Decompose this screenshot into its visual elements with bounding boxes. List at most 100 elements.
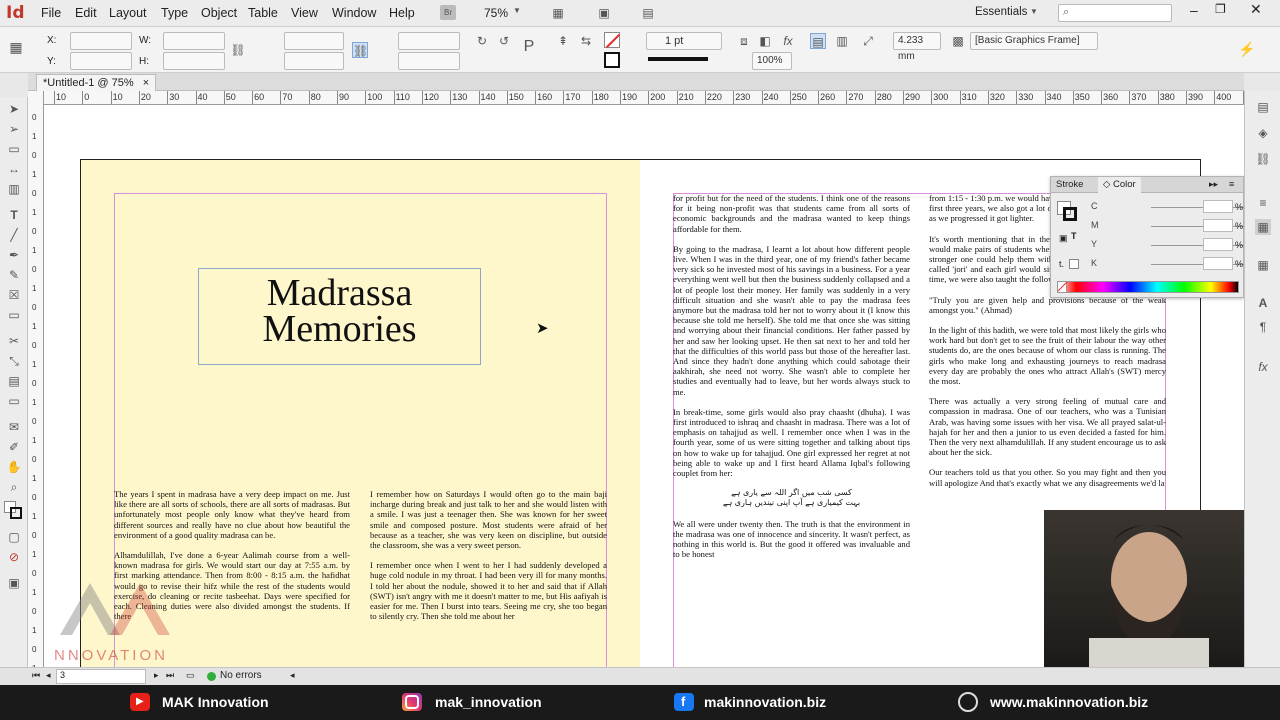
paragraph-panel-icon[interactable]: ¶: [1255, 319, 1271, 335]
stroke-color-icon[interactable]: [10, 507, 22, 519]
rotate-field[interactable]: [398, 32, 460, 50]
menu-object[interactable]: Object: [201, 6, 237, 20]
formatting-text-icon[interactable]: T: [1071, 231, 1077, 241]
object-style-dropdown[interactable]: [Basic Graphics Frame]: [970, 32, 1098, 50]
gradient-swatch-tool-icon[interactable]: ▤: [6, 373, 22, 389]
free-transform-tool-icon[interactable]: ⤡: [6, 353, 22, 369]
black-value[interactable]: [1203, 257, 1233, 270]
magenta-value[interactable]: [1203, 219, 1233, 232]
select-content-icon[interactable]: ⇆: [578, 33, 594, 49]
last-page-icon[interactable]: ⏭: [166, 670, 174, 681]
fit-frame-icon[interactable]: ⤢: [860, 33, 876, 49]
layers-panel-icon[interactable]: ◈: [1255, 125, 1271, 141]
tab-untitled-1[interactable]: *Untitled-1 @ 75% ×: [36, 74, 157, 91]
stroke-weight-field[interactable]: 1 pt: [646, 32, 722, 50]
effects-icon[interactable]: fx: [780, 33, 796, 49]
stroke-panel-icon[interactable]: ≡: [1255, 195, 1271, 211]
selection-tool-icon[interactable]: ➤: [6, 101, 22, 117]
formatting-container-icon[interactable]: ▣: [1059, 233, 1068, 244]
search-input[interactable]: ⌕: [1058, 4, 1172, 22]
restore-icon[interactable]: ❐: [1215, 2, 1226, 16]
formatting-affects-container-icon[interactable]: ▢: [6, 529, 22, 545]
preflight-status[interactable]: No errors: [220, 670, 262, 681]
gradient-feather-tool-icon[interactable]: ▭: [6, 393, 22, 409]
close-window-icon[interactable]: ✕: [1250, 1, 1262, 18]
shear-field[interactable]: [398, 52, 460, 70]
eyedropper-tool-icon[interactable]: ✐: [6, 439, 22, 455]
y-field[interactable]: [70, 52, 132, 70]
scissors-tool-icon[interactable]: ✂: [6, 333, 22, 349]
zoom-tool-icon[interactable]: ⌕: [6, 479, 22, 495]
yellow-value[interactable]: [1203, 238, 1233, 251]
menu-table[interactable]: Table: [248, 6, 278, 20]
fill-swatch[interactable]: [604, 32, 621, 49]
content-collector-icon[interactable]: ▥: [6, 181, 22, 197]
text-column-3[interactable]: for profit but for the need of the stude…: [673, 193, 910, 667]
color-panel-icon[interactable]: ▦: [1255, 219, 1271, 235]
view-mode-icon[interactable]: ▣: [6, 575, 22, 591]
menu-file[interactable]: File: [41, 6, 61, 20]
stroke-swatch[interactable]: [604, 52, 620, 68]
rectangle-tool-icon[interactable]: ▭: [6, 307, 22, 323]
drop-shadow-icon[interactable]: ◧: [757, 33, 773, 49]
tab-close-icon[interactable]: ×: [143, 77, 149, 89]
h-field[interactable]: [163, 52, 225, 70]
select-container-icon[interactable]: ⇞: [555, 33, 571, 49]
hand-tool-icon[interactable]: ✋: [6, 459, 22, 475]
text-wrap-bounding-icon[interactable]: ▥: [834, 33, 850, 49]
menu-help[interactable]: Help: [389, 6, 415, 20]
menu-layout[interactable]: Layout: [109, 6, 147, 20]
last-color-swatch[interactable]: [1069, 259, 1079, 269]
zoom-level[interactable]: 75%: [484, 6, 508, 20]
w-field[interactable]: [163, 32, 225, 50]
rotate-ccw-icon[interactable]: ↺: [496, 33, 512, 49]
screen-mode-icon[interactable]: ▣: [596, 5, 612, 21]
tab-color[interactable]: ◇ Color: [1098, 177, 1141, 193]
panel-collapse-icon[interactable]: ▸▸: [1209, 179, 1218, 190]
type-tool-icon[interactable]: T: [6, 207, 22, 223]
character-panel-icon[interactable]: A: [1255, 295, 1271, 311]
prev-page-icon[interactable]: ◂: [46, 670, 51, 681]
note-tool-icon[interactable]: ✉: [6, 419, 22, 435]
gap-field[interactable]: 4.233 mm: [893, 32, 941, 62]
page-tool-icon[interactable]: ▭: [6, 141, 22, 157]
open-page-icon[interactable]: ▭: [186, 670, 195, 681]
reference-point-icon[interactable]: ▦: [8, 39, 24, 55]
tab-stroke[interactable]: Stroke: [1056, 179, 1083, 190]
scale-x-field[interactable]: [284, 32, 344, 50]
rotate-cw-icon[interactable]: ↻: [474, 33, 490, 49]
zoom-dropdown-icon[interactable]: ▼: [513, 6, 521, 15]
minimize-icon[interactable]: –: [1190, 2, 1198, 18]
menu-edit[interactable]: Edit: [75, 6, 97, 20]
pencil-tool-icon[interactable]: ✎: [6, 267, 22, 283]
apply-none-icon[interactable]: ⊘: [6, 549, 22, 565]
preflight-menu-icon[interactable]: ◂: [290, 670, 295, 681]
links-panel-icon[interactable]: ⛓: [1255, 151, 1271, 167]
flip-p-icon[interactable]: P: [521, 39, 537, 55]
swatches-panel-icon[interactable]: ▦: [1255, 257, 1271, 273]
line-tool-icon[interactable]: ╱: [6, 227, 22, 243]
object-style-icon[interactable]: ▩: [950, 33, 966, 49]
scale-y-field[interactable]: [284, 52, 344, 70]
panel-menu-icon[interactable]: ≡: [1229, 179, 1234, 189]
view-options-icon[interactable]: ▦: [550, 5, 566, 21]
text-wrap-none-icon[interactable]: ▤: [810, 33, 826, 49]
constrain-proportions-icon[interactable]: ⛓: [230, 42, 246, 58]
arrange-documents-icon[interactable]: ▤: [640, 5, 656, 21]
color-stroke-proxy[interactable]: [1063, 207, 1077, 221]
workspace-switcher[interactable]: Essentials: [975, 6, 1027, 18]
text-column-2[interactable]: I remember how on Saturdays I would ofte…: [370, 489, 607, 667]
rectangle-frame-tool-icon[interactable]: ☒: [6, 287, 22, 303]
title-frame[interactable]: Madrassa Memories: [198, 268, 481, 365]
tint-icon[interactable]: t.: [1059, 259, 1064, 269]
cyan-value[interactable]: [1203, 200, 1233, 213]
pen-tool-icon[interactable]: ✒: [6, 247, 22, 263]
first-page-icon[interactable]: ⏮: [32, 670, 40, 681]
menu-type[interactable]: Type: [161, 6, 188, 20]
auto-fit-icon[interactable]: ⧈: [736, 33, 752, 49]
link-scale-icon[interactable]: ⛓: [352, 42, 368, 58]
effects-panel-icon[interactable]: fx: [1255, 359, 1271, 375]
none-swatch[interactable]: [1057, 281, 1068, 293]
gap-tool-icon[interactable]: ↔: [6, 161, 22, 177]
x-field[interactable]: [70, 32, 132, 50]
